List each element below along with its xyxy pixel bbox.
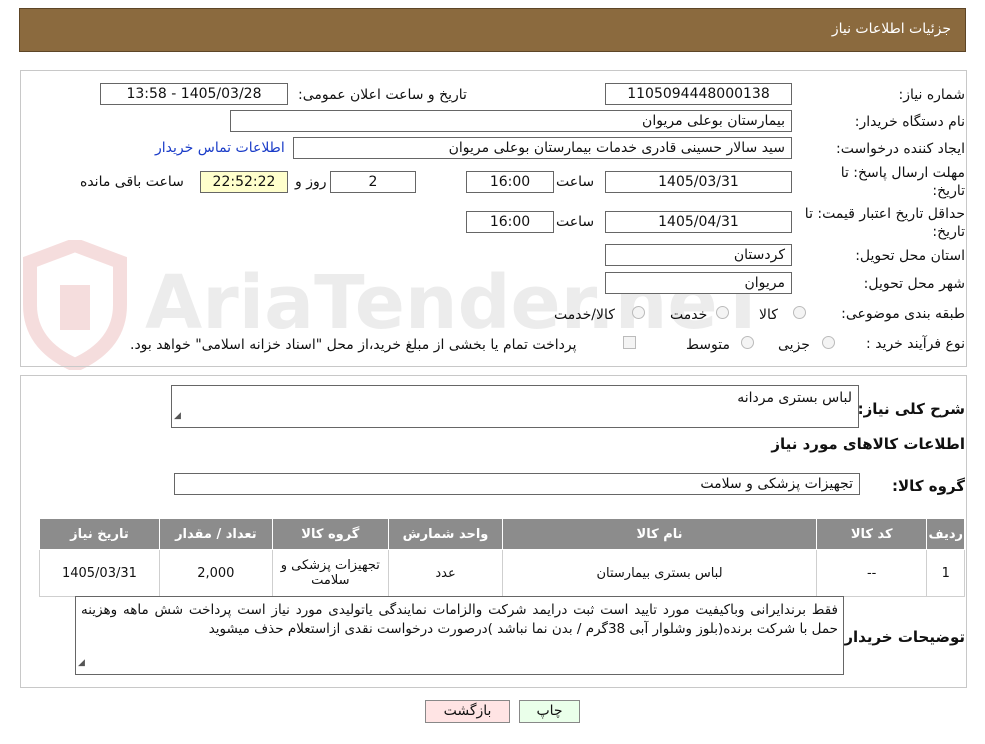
deadline-date-field: 1405/03/31 bbox=[605, 171, 792, 193]
validity-time-label: ساعت bbox=[556, 214, 595, 230]
col-name-header: نام کالا bbox=[502, 518, 817, 550]
remaining-time-field: 22:52:22 bbox=[200, 171, 288, 193]
cell-qty: 2,000 bbox=[158, 549, 273, 597]
resize-grip-icon[interactable]: ◢ bbox=[78, 654, 85, 673]
announce-label: تاریخ و ساعت اعلان عمومی: bbox=[298, 87, 467, 103]
buyer-notes-text: فقط برندایرانی وباکیفیت مورد تایید است ث… bbox=[81, 602, 838, 637]
goods-table: ردیف کد کالا نام کالا واحد شمارش گروه کا… bbox=[39, 518, 965, 597]
col-date-header: تاریخ نیاز bbox=[39, 518, 160, 550]
col-group-header: گروه کالا bbox=[271, 518, 389, 550]
category-service-label: خدمت bbox=[670, 307, 708, 323]
cell-code: -- bbox=[815, 549, 928, 597]
page-header: جزئیات اطلاعات نیاز bbox=[19, 8, 966, 52]
goods-group-field: تجهیزات پزشکی و سلامت bbox=[174, 473, 860, 495]
page-title: جزئیات اطلاعات نیاز bbox=[831, 21, 951, 37]
category-goods-radio[interactable] bbox=[793, 306, 806, 319]
category-goods-label: کالا bbox=[759, 307, 778, 323]
process-minor-label: جزیی bbox=[778, 337, 810, 353]
table-row[interactable]: 1 -- لباس بستری بیمارستان عدد تجهیزات پز… bbox=[39, 549, 965, 597]
category-label: طبقه بندی موضوعی: bbox=[841, 306, 965, 322]
table-header-row: ردیف کد کالا نام کالا واحد شمارش گروه کا… bbox=[39, 518, 965, 550]
col-row-header: ردیف bbox=[926, 518, 965, 550]
category-goods-service-label: کالا/خدمت bbox=[554, 307, 615, 323]
cell-date: 1405/03/31 bbox=[39, 549, 160, 597]
province-label: استان محل تحویل: bbox=[855, 248, 965, 264]
validity-time-field: 16:00 bbox=[466, 211, 554, 233]
treasury-payment-label: پرداخت تمام یا بخشی از مبلغ خرید،از محل … bbox=[130, 337, 577, 353]
cell-name: لباس بستری بیمارستان bbox=[502, 549, 817, 597]
col-code-header: کد کالا bbox=[815, 518, 928, 550]
buyer-contact-link[interactable]: اطلاعات تماس خریدار bbox=[155, 140, 285, 156]
cell-group: تجهیزات پزشکی و سلامت bbox=[271, 549, 389, 597]
validity-date-field: 1405/04/31 bbox=[605, 211, 792, 233]
category-service-radio[interactable] bbox=[716, 306, 729, 319]
resize-grip-icon[interactable]: ◢ bbox=[174, 406, 181, 426]
days-label: روز و bbox=[295, 174, 327, 190]
deadline-label: مهلت ارسال پاسخ: تا bbox=[840, 165, 965, 181]
announce-datetime-field: 1405/03/28 - 13:58 bbox=[100, 83, 288, 105]
validity-label: حداقل تاریخ اعتبار قیمت: تا bbox=[804, 206, 965, 222]
buyer-notes-field[interactable]: فقط برندایرانی وباکیفیت مورد تایید است ث… bbox=[75, 596, 844, 675]
requester-label: ایجاد کننده درخواست: bbox=[836, 141, 965, 157]
print-button[interactable]: چاپ bbox=[519, 700, 580, 723]
col-qty-header: تعداد / مقدار bbox=[158, 518, 273, 550]
process-minor-radio[interactable] bbox=[822, 336, 835, 349]
remaining-time-label: ساعت باقی مانده bbox=[80, 174, 184, 190]
category-goods-service-radio[interactable] bbox=[632, 306, 645, 319]
province-field: کردستان bbox=[605, 244, 792, 266]
need-description-text: لباس بستری مردانه bbox=[737, 390, 852, 406]
goods-info-title: اطلاعات کالاهای مورد نیاز bbox=[771, 435, 965, 453]
process-label: نوع فرآیند خرید : bbox=[866, 336, 965, 352]
buyer-notes-label: توضیحات خریدار: bbox=[838, 628, 965, 646]
city-field: مریوان bbox=[605, 272, 792, 294]
goods-group-label: گروه کالا: bbox=[892, 477, 965, 495]
buyer-org-field: بیمارستان بوعلی مریوان bbox=[230, 110, 792, 132]
cell-unit: عدد bbox=[387, 549, 504, 597]
need-number-label: شماره نیاز: bbox=[898, 87, 966, 103]
need-description-label: شرح کلی نیاز: bbox=[857, 400, 965, 418]
treasury-payment-checkbox[interactable] bbox=[623, 336, 636, 349]
requester-field: سید سالار حسینی قادری خدمات بیمارستان بو… bbox=[293, 137, 792, 159]
process-medium-radio[interactable] bbox=[741, 336, 754, 349]
days-remaining-field: 2 bbox=[330, 171, 416, 193]
col-unit-header: واحد شمارش bbox=[387, 518, 504, 550]
cell-row: 1 bbox=[926, 549, 965, 597]
process-medium-label: متوسط bbox=[686, 337, 730, 353]
back-button[interactable]: بازگشت bbox=[425, 700, 510, 723]
validity-label-date: تاریخ: bbox=[932, 224, 965, 240]
deadline-time-field: 16:00 bbox=[466, 171, 554, 193]
deadline-time-label: ساعت bbox=[556, 174, 595, 190]
city-label: شهر محل تحویل: bbox=[863, 276, 965, 292]
need-number-field: 1105094448000138 bbox=[605, 83, 792, 105]
buyer-org-label: نام دستگاه خریدار: bbox=[854, 114, 965, 130]
deadline-label-date: تاریخ: bbox=[932, 183, 965, 199]
need-description-field[interactable]: لباس بستری مردانه ◢ bbox=[171, 385, 859, 428]
